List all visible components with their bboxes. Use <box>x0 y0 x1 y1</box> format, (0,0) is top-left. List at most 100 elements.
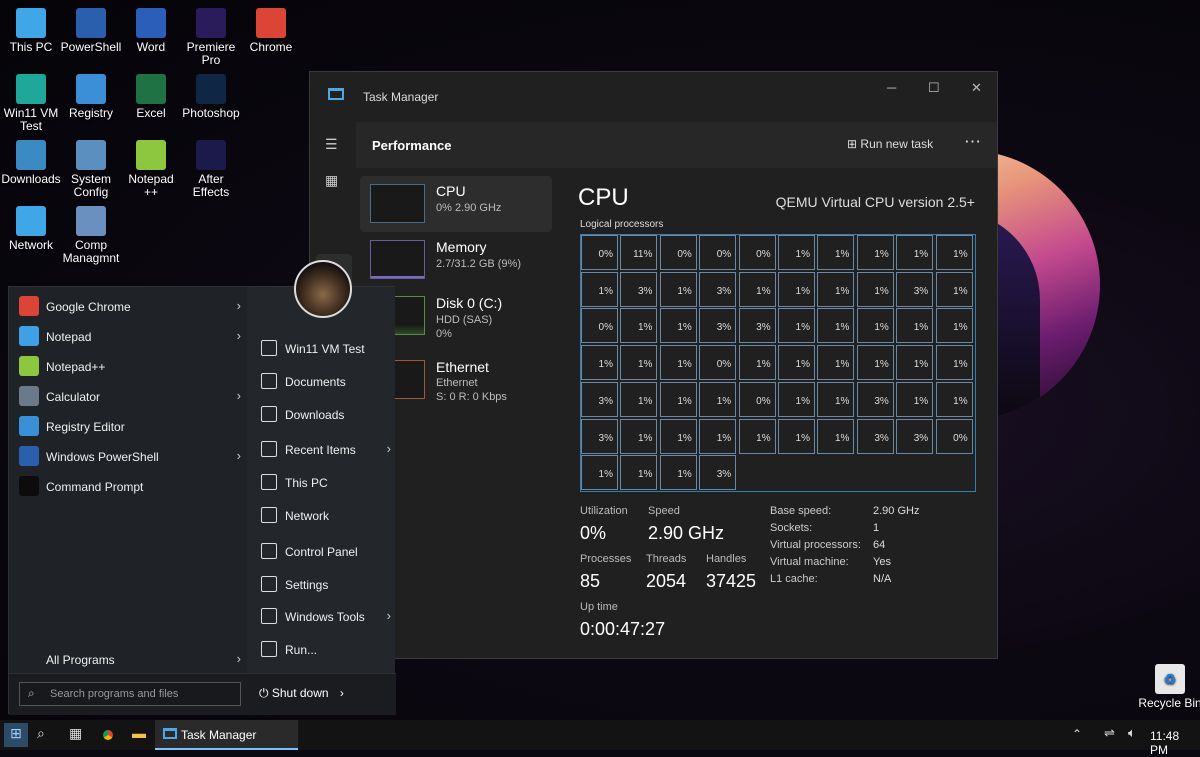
desktop-icon[interactable]: Registry <box>60 74 122 120</box>
notepad-plus-icon <box>19 356 39 376</box>
place-item[interactable]: Windows Tools › <box>261 607 391 629</box>
resource-memory[interactable]: Memory 2.7/31.2 GB (9%) <box>360 232 552 288</box>
places-list: Win11 VM Test Documents Downloads Recent It… <box>247 287 395 673</box>
desktop-icon[interactable]: After Effects <box>180 140 242 199</box>
logical-processor-cell: 1% <box>935 271 973 307</box>
logical-processor-cell: 1% <box>699 418 737 454</box>
taskbar-task-manager[interactable]: Task Manager <box>155 720 298 750</box>
uptime-label: Up time <box>580 601 618 613</box>
logical-processor-cell: 0% <box>581 235 618 270</box>
program-item[interactable]: Windows PowerShell › <box>17 445 241 469</box>
chrome-icon[interactable] <box>100 727 116 743</box>
maximize-icon[interactable]: ☐ <box>928 80 940 96</box>
program-item[interactable]: Notepad › <box>17 325 241 349</box>
processes-icon[interactable]: ▦ <box>325 172 338 189</box>
speed-value: 2.90 GHz <box>648 523 725 543</box>
detail-label: L1 cache: <box>770 573 818 585</box>
hamburger-icon[interactable]: ☰ <box>325 136 338 153</box>
logical-processor-cell: 1% <box>778 271 815 307</box>
processes-label: Processes <box>580 553 632 565</box>
computer-management-icon <box>76 206 106 236</box>
desktop-icon[interactable]: Network <box>0 206 62 252</box>
registry-icon <box>19 416 39 436</box>
logical-processor-cell: 0% <box>738 235 776 270</box>
desktop-icon[interactable]: Comp Managmnt <box>60 206 122 265</box>
logical-processor-cell: 1% <box>856 271 894 307</box>
logical-processor-cell: 3% <box>620 271 658 307</box>
logical-processor-cell: 1% <box>778 235 815 270</box>
cpu-graph <box>370 184 425 223</box>
logical-processor-cell: 0% <box>699 235 737 270</box>
logical-processor-cell: 3% <box>699 455 737 491</box>
place-item[interactable]: Network <box>261 506 391 528</box>
start-button[interactable]: ⊞ <box>4 723 28 747</box>
chevron-right-icon: › <box>236 448 241 463</box>
logical-processor-cell: 1% <box>935 345 973 381</box>
search-input[interactable]: ⌕ Search programs and files <box>19 682 241 706</box>
program-item[interactable]: Google Chrome › <box>17 295 241 319</box>
more-options-icon[interactable]: ⋯ <box>964 132 982 152</box>
logical-processor-cell: 1% <box>778 308 815 344</box>
place-item[interactable]: Downloads <box>261 405 391 427</box>
cpu-model: QEMU Virtual CPU version 2.5+ <box>775 194 975 210</box>
chevron-up-icon[interactable]: ⌃ <box>1072 727 1082 747</box>
close-icon[interactable]: ✕ <box>971 80 982 96</box>
program-item[interactable]: Notepad++ <box>17 355 241 379</box>
logical-processor-cell: 0% <box>659 235 697 270</box>
logical-processor-cell: 1% <box>935 308 973 344</box>
threads-label: Threads <box>646 553 687 565</box>
handles-label: Handles <box>706 553 747 565</box>
recycle-bin[interactable]: ♻ Recycle Bin <box>1138 664 1200 710</box>
place-item[interactable]: This PC <box>261 473 391 495</box>
desktop-icon[interactable]: System Config <box>60 140 122 199</box>
desktop-icon[interactable]: Win11 VM Test <box>0 74 62 133</box>
run-icon <box>261 641 277 657</box>
desktop-icon[interactable]: Notepad ++ <box>120 140 182 199</box>
program-item[interactable]: Calculator › <box>17 385 241 409</box>
place-item[interactable]: Documents <box>261 372 391 394</box>
network-icon <box>261 507 277 523</box>
calculator-icon[interactable]: ▦ <box>69 725 82 745</box>
tools-icon <box>261 608 277 624</box>
place-item[interactable]: Win11 VM Test <box>261 339 391 361</box>
place-item[interactable]: Control Panel <box>261 542 391 564</box>
title-bar[interactable]: Task Manager ─ ☐ ✕ <box>310 72 997 122</box>
run-new-task-button[interactable]: ⊞ Run new task <box>847 137 933 151</box>
network-icon[interactable]: ⇌ <box>1104 725 1115 745</box>
start-menu-footer: ⌕ Search programs and files ⏻ Shut down … <box>9 673 396 715</box>
clock[interactable]: 11:48 PM <box>1150 729 1200 757</box>
program-item[interactable]: Command Prompt <box>17 475 241 499</box>
avatar[interactable] <box>294 260 352 318</box>
logical-processor-cell: 3% <box>856 381 894 417</box>
logical-processor-cell: 1% <box>817 271 855 307</box>
logical-processor-cell: 3% <box>738 308 776 344</box>
minimize-icon[interactable]: ─ <box>887 80 896 95</box>
desktop-icon[interactable]: Photoshop <box>180 74 242 120</box>
logical-processor-cell: 1% <box>778 381 815 417</box>
memory-graph <box>370 240 425 279</box>
desktop-icon[interactable]: Downloads <box>0 140 62 186</box>
desktop-icon[interactable]: Chrome <box>240 8 302 54</box>
place-item[interactable]: Recent Items › <box>261 440 391 462</box>
program-item[interactable]: Registry Editor <box>17 415 241 439</box>
desktop-icon[interactable]: Excel <box>120 74 182 120</box>
desktop-icon[interactable]: Word <box>120 8 182 54</box>
place-item[interactable]: Run... <box>261 640 391 662</box>
handles-value: 37425 <box>706 571 757 591</box>
resource-cpu[interactable]: CPU 0% 2.90 GHz <box>360 176 552 232</box>
volume-icon[interactable]: 🔈︎ <box>1128 725 1136 745</box>
shutdown-button[interactable]: ⏻ Shut down › <box>259 686 344 701</box>
logical-processor-cell: 0% <box>581 308 618 344</box>
monitor-icon <box>16 8 46 38</box>
threads-value: 2054 <box>646 571 687 591</box>
notepad-plus-icon <box>136 140 166 170</box>
desktop-icon[interactable]: This PC <box>0 8 62 54</box>
file-explorer-icon[interactable]: ▬ <box>132 725 146 745</box>
folder-icon <box>16 74 46 104</box>
search-icon[interactable]: ⌕ <box>37 725 45 745</box>
all-programs-button[interactable]: All Programs › <box>17 648 241 672</box>
logical-processor-cell: 1% <box>896 381 934 417</box>
desktop-icon[interactable]: PowerShell <box>60 8 122 54</box>
place-item[interactable]: Settings <box>261 575 391 597</box>
desktop-icon[interactable]: Premiere Pro <box>180 8 242 67</box>
